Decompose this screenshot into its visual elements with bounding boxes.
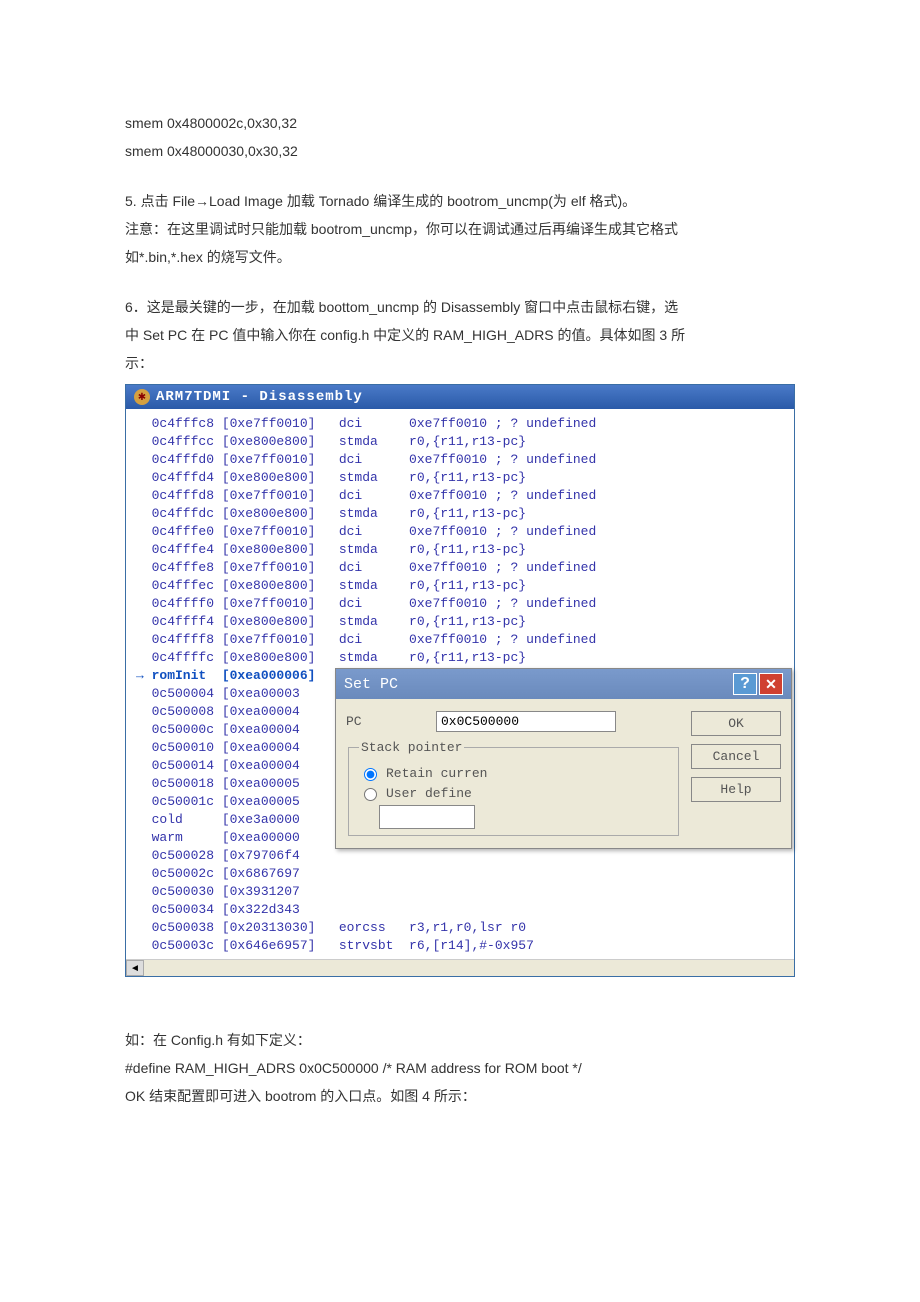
disasm-line: 0c50003c [0x646e6957] strvsbt r6,[r14],#…	[136, 937, 784, 955]
disasm-line: 0c4fffd8 [0xe7ff0010] dci 0xe7ff0010 ; ?…	[136, 487, 784, 505]
ok-button[interactable]: OK	[691, 711, 781, 736]
disasm-line: 0c4fffc8 [0xe7ff0010] dci 0xe7ff0010 ; ?…	[136, 415, 784, 433]
disasm-line: 0c4fffe4 [0xe800e800] stmda r0,{r11,r13-…	[136, 541, 784, 559]
close-icon[interactable]: ✕	[759, 673, 783, 695]
disasm-line: 0c4ffff4 [0xe800e800] stmda r0,{r11,r13-…	[136, 613, 784, 631]
disasm-line: 0c4fffd0 [0xe7ff0010] dci 0xe7ff0010 ; ?…	[136, 451, 784, 469]
disassembly-area[interactable]: 0c4fffc8 [0xe7ff0010] dci 0xe7ff0010 ; ?…	[126, 409, 794, 959]
text-line: 注意：在这里调试时只能加载 bootrom_uncmp，你可以在调试通过后再编译…	[125, 216, 795, 242]
disasm-line: 0c4ffffc [0xe800e800] stmda r0,{r11,r13-…	[136, 649, 784, 667]
disasm-line: 0c500030 [0x3931207	[136, 883, 784, 901]
radio-userdef[interactable]: User define	[359, 785, 668, 801]
disasm-line: 0c4ffff8 [0xe7ff0010] dci 0xe7ff0010 ; ?…	[136, 631, 784, 649]
disasm-line: 0c500038 [0x20313030] eorcss r3,r1,r0,ls…	[136, 919, 784, 937]
pc-label: PC	[346, 714, 436, 729]
radio-retain-input[interactable]	[364, 768, 377, 781]
radio-userdef-label: User define	[386, 786, 472, 801]
scroll-left-icon[interactable]: ◄	[126, 960, 144, 976]
disasm-line: 0c4ffff0 [0xe7ff0010] dci 0xe7ff0010 ; ?…	[136, 595, 784, 613]
radio-retain-label: Retain curren	[386, 766, 487, 781]
help-icon[interactable]: ?	[733, 673, 757, 695]
text-line: #define RAM_HIGH_ADRS 0x0C500000 /* RAM …	[125, 1055, 795, 1081]
text-line: 如：在 Config.h 有如下定义：	[125, 1027, 795, 1053]
horizontal-scrollbar[interactable]: ◄	[126, 959, 794, 976]
userdef-input[interactable]	[379, 805, 475, 829]
text-line: 中 Set PC 在 PC 值中输入你在 config.h 中定义的 RAM_H…	[125, 322, 795, 348]
text-line: 6．这是最关键的一步，在加载 boottom_uncmp 的 Disassemb…	[125, 294, 795, 320]
disasm-line: 0c4fffdc [0xe800e800] stmda r0,{r11,r13-…	[136, 505, 784, 523]
disassembly-window: ✱ ARM7TDMI - Disassembly 0c4fffc8 [0xe7f…	[125, 384, 795, 977]
set-pc-dialog: Set PC ? ✕ PC Stack pointer	[335, 668, 792, 849]
disasm-line: 0c500028 [0x79706f4	[136, 847, 784, 865]
titlebar[interactable]: ✱ ARM7TDMI - Disassembly	[126, 385, 794, 409]
pc-input[interactable]	[436, 711, 616, 732]
fieldset-legend: Stack pointer	[359, 740, 464, 755]
disasm-line: 0c4fffe8 [0xe7ff0010] dci 0xe7ff0010 ; ?…	[136, 559, 784, 577]
dialog-title: Set PC	[344, 676, 398, 693]
text-line: OK 结束配置即可进入 bootrom 的入口点。如图 4 所示：	[125, 1083, 795, 1109]
disasm-line: 0c50002c [0x6867697	[136, 865, 784, 883]
disasm-line: 0c4fffd4 [0xe800e800] stmda r0,{r11,r13-…	[136, 469, 784, 487]
text-line: 5. 点击 File→Load Image 加载 Tornado 编译生成的 b…	[125, 188, 795, 214]
disasm-line: 0c4fffe0 [0xe7ff0010] dci 0xe7ff0010 ; ?…	[136, 523, 784, 541]
radio-userdef-input[interactable]	[364, 788, 377, 801]
radio-retain[interactable]: Retain curren	[359, 765, 668, 781]
disasm-line: 0c4fffcc [0xe800e800] stmda r0,{r11,r13-…	[136, 433, 784, 451]
disasm-line: 0c4fffec [0xe800e800] stmda r0,{r11,r13-…	[136, 577, 784, 595]
text-line: smem 0x4800002c,0x30,32	[125, 110, 795, 136]
text-line: smem 0x48000030,0x30,32	[125, 138, 795, 164]
window-title: ARM7TDMI - Disassembly	[156, 389, 363, 405]
help-button[interactable]: Help	[691, 777, 781, 802]
app-icon: ✱	[134, 389, 150, 405]
cancel-button[interactable]: Cancel	[691, 744, 781, 769]
text-line: 如*.bin,*.hex 的烧写文件。	[125, 244, 795, 270]
dialog-titlebar[interactable]: Set PC ? ✕	[336, 669, 791, 699]
disasm-line: 0c500034 [0x322d343	[136, 901, 784, 919]
text-line: 示：	[125, 350, 795, 376]
stack-pointer-fieldset: Stack pointer Retain curren User define	[348, 740, 679, 836]
